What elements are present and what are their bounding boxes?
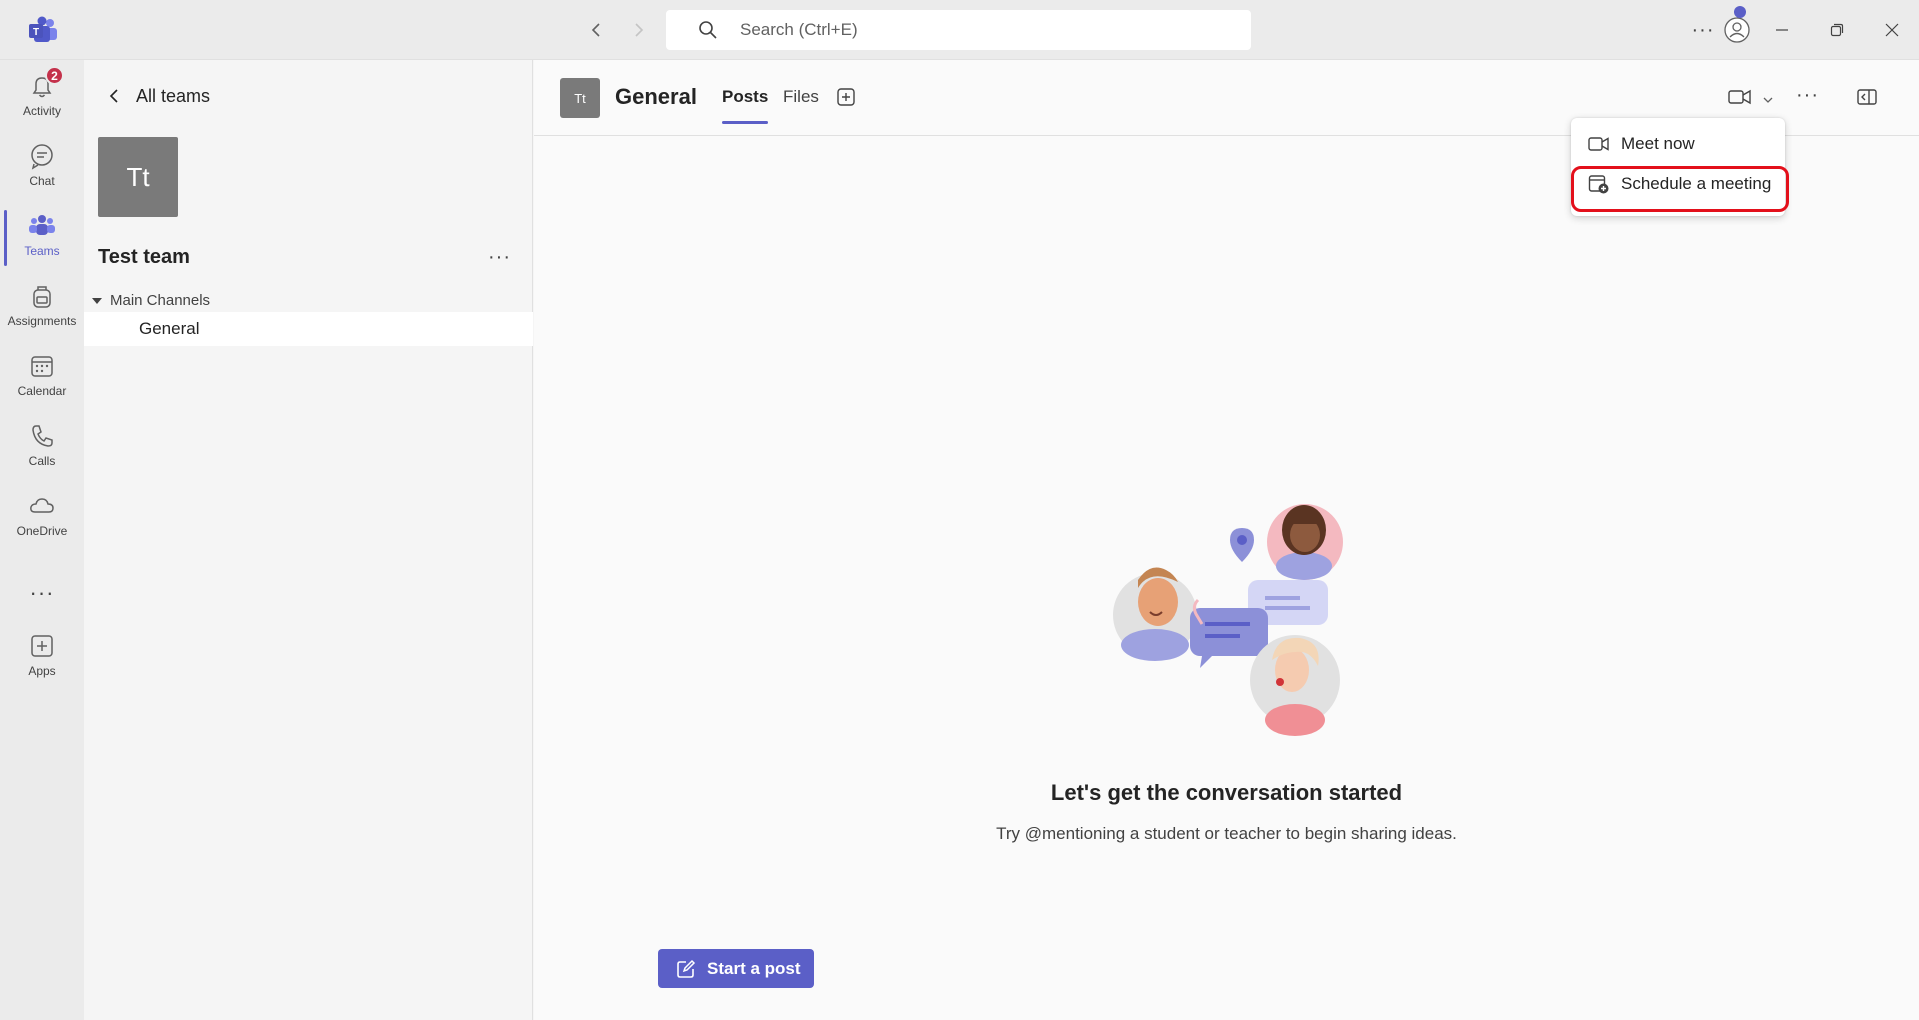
rail-label: Activity [22, 104, 61, 118]
video-camera-icon[interactable] [1728, 87, 1752, 107]
start-post-label: Start a post [707, 958, 801, 978]
bell-icon: 2 [28, 66, 64, 100]
tab-posts[interactable]: Posts [722, 87, 769, 124]
schedule-meeting-label: Schedule a meeting [1621, 174, 1772, 193]
settings-more-button[interactable]: ··· [1690, 14, 1716, 46]
video-camera-icon [1588, 134, 1610, 154]
search-icon [698, 20, 718, 40]
team-more-options-button[interactable]: ··· [488, 246, 511, 269]
cloud-icon [28, 492, 56, 520]
rail-label: Apps [28, 664, 56, 678]
search-box[interactable]: Search (Ctrl+E) [666, 10, 1251, 50]
status-dot-icon [1734, 6, 1746, 18]
rail-label: Calls [28, 454, 56, 468]
svg-text:T: T [33, 27, 39, 38]
back-arrow-icon[interactable] [583, 16, 611, 44]
meet-now-label: Meet now [1621, 134, 1695, 153]
compose-icon [676, 959, 696, 979]
meet-now-item[interactable]: Meet now [1571, 124, 1785, 164]
add-tab-icon[interactable] [836, 87, 856, 107]
app-rail: 2 Activity Chat Teams Assignments Calend… [0, 60, 84, 1020]
empty-state-subtitle: Try @mentioning a student or teacher to … [996, 824, 1457, 843]
more-apps-icon: ··· [29, 580, 55, 605]
channel-title: General [615, 84, 697, 109]
rail-label: Teams [24, 244, 60, 258]
close-icon[interactable] [1876, 14, 1908, 46]
rail-label: Assignments [7, 314, 77, 328]
tab-files[interactable]: Files [783, 87, 819, 107]
main-channels-section[interactable]: Main Channels [92, 292, 210, 309]
rail-item-chat[interactable]: Chat [0, 136, 84, 200]
phone-icon [28, 422, 56, 450]
rail-label: OneDrive [16, 524, 68, 538]
meet-dropdown-menu: Meet now Schedule a meeting [1571, 118, 1785, 216]
calendar-add-icon [1588, 174, 1610, 194]
teams-icon [28, 212, 56, 240]
channel-label: General [139, 319, 200, 338]
rail-item-onedrive[interactable]: OneDrive [0, 486, 84, 550]
teams-list-pane: All teams Tt Test team ··· Main Channels… [84, 60, 533, 1020]
team-avatar: Tt [98, 137, 178, 217]
all-teams-label: All teams [136, 85, 211, 106]
rail-label: Calendar [17, 384, 67, 398]
team-name: Test team [98, 246, 190, 268]
chevron-left-icon [104, 86, 124, 106]
empty-state-title: Let's get the conversation started [1050, 780, 1403, 805]
rail-item-more[interactable]: ··· [0, 566, 84, 630]
start-post-button[interactable]: Start a post [658, 949, 814, 988]
channel-more-options-button[interactable]: ··· [1796, 84, 1819, 107]
schedule-meeting-item[interactable]: Schedule a meeting [1571, 164, 1785, 204]
profile-avatar[interactable] [1720, 6, 1754, 46]
teams-logo-icon: T [28, 16, 58, 44]
rail-item-activity[interactable]: 2 Activity [0, 66, 84, 130]
minimize-icon[interactable] [1766, 14, 1798, 46]
rail-item-calendar[interactable]: Calendar [0, 346, 84, 410]
chevron-down-icon[interactable] [1762, 92, 1774, 103]
rail-item-teams[interactable]: Teams [0, 206, 84, 270]
all-teams-button[interactable]: All teams [104, 80, 210, 112]
forward-arrow-icon[interactable] [624, 16, 652, 44]
caret-down-icon [92, 297, 102, 304]
backpack-icon [28, 282, 56, 310]
rail-item-apps[interactable]: Apps [0, 626, 84, 690]
search-placeholder: Search (Ctrl+E) [740, 20, 858, 39]
chat-icon [28, 142, 56, 170]
channel-item-general[interactable]: General [84, 312, 533, 346]
rail-item-assignments[interactable]: Assignments [0, 276, 84, 340]
section-label: Main Channels [110, 292, 211, 309]
calendar-icon [28, 352, 56, 380]
side-panel-icon[interactable] [1856, 86, 1878, 108]
title-bar: T Search (Ctrl+E) ··· [0, 0, 1919, 60]
activity-badge: 2 [45, 66, 64, 85]
rail-item-calls[interactable]: Calls [0, 416, 84, 480]
conversation-illustration [1100, 490, 1360, 740]
restore-icon[interactable] [1821, 14, 1853, 46]
rail-label: Chat [29, 174, 55, 188]
channel-avatar: Tt [560, 78, 600, 118]
add-app-icon [28, 632, 56, 660]
